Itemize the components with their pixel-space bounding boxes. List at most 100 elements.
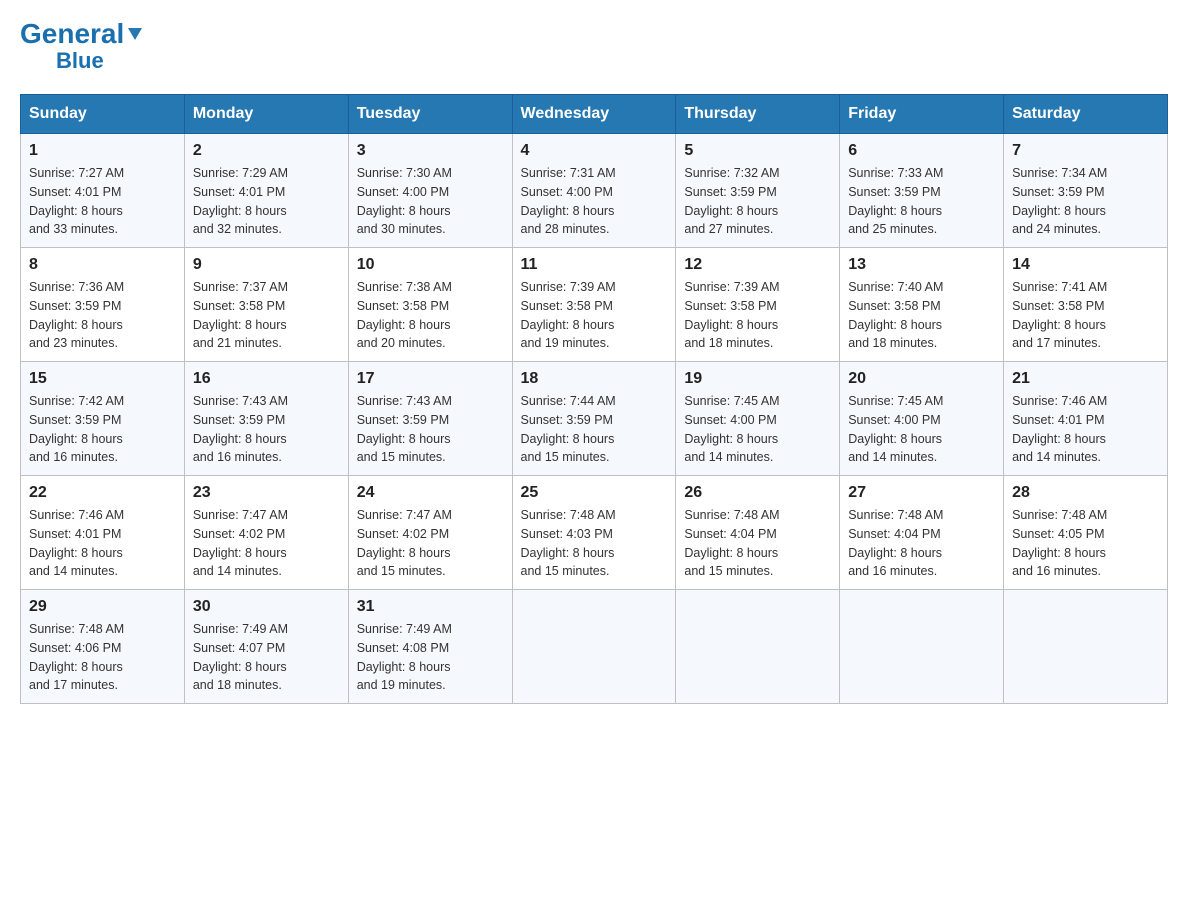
day-info: Sunrise: 7:38 AMSunset: 3:58 PMDaylight:… (357, 278, 504, 353)
calendar-cell: 4 Sunrise: 7:31 AMSunset: 4:00 PMDaylight… (512, 134, 676, 248)
day-info: Sunrise: 7:43 AMSunset: 3:59 PMDaylight:… (357, 392, 504, 467)
calendar-cell (840, 590, 1004, 704)
day-number: 15 (29, 370, 176, 388)
day-info: Sunrise: 7:29 AMSunset: 4:01 PMDaylight:… (193, 164, 340, 239)
day-number: 4 (521, 142, 668, 160)
calendar-week-row: 29 Sunrise: 7:48 AMSunset: 4:06 PMDayligh… (21, 590, 1168, 704)
calendar-cell: 14 Sunrise: 7:41 AMSunset: 3:58 PMDayligh… (1004, 248, 1168, 362)
calendar-cell (512, 590, 676, 704)
calendar-cell (676, 590, 840, 704)
day-info: Sunrise: 7:48 AMSunset: 4:06 PMDaylight:… (29, 620, 176, 695)
day-info: Sunrise: 7:49 AMSunset: 4:08 PMDaylight:… (357, 620, 504, 695)
day-number: 12 (684, 256, 831, 274)
calendar-cell: 15 Sunrise: 7:42 AMSunset: 3:59 PMDayligh… (21, 362, 185, 476)
calendar-cell (1004, 590, 1168, 704)
day-info: Sunrise: 7:46 AMSunset: 4:01 PMDaylight:… (29, 506, 176, 581)
day-number: 24 (357, 484, 504, 502)
col-header-friday: Friday (840, 95, 1004, 134)
calendar-cell: 5Sunrise: 7:32 AMSunset: 3:59 PMDaylight… (676, 134, 840, 248)
day-number: 2 (193, 142, 340, 160)
day-number: 7 (1012, 142, 1159, 160)
day-number: 9 (193, 256, 340, 274)
day-info: Sunrise: 7:34 AMSunset: 3:59 PMDaylight:… (1012, 164, 1159, 239)
day-info: Sunrise: 7:33 AMSunset: 3:59 PMDaylight:… (848, 164, 995, 239)
day-number: 23 (193, 484, 340, 502)
page-header: General Blue (20, 20, 1168, 74)
day-info: Sunrise: 7:47 AMSunset: 4:02 PMDaylight:… (357, 506, 504, 581)
day-info: Sunrise: 7:41 AMSunset: 3:58 PMDaylight:… (1012, 278, 1159, 353)
logo-blue: Blue (56, 48, 104, 74)
calendar-cell: 17 Sunrise: 7:43 AMSunset: 3:59 PMDayligh… (348, 362, 512, 476)
col-header-wednesday: Wednesday (512, 95, 676, 134)
day-info: Sunrise: 7:45 AMSunset: 4:00 PMDaylight:… (848, 392, 995, 467)
day-number: 27 (848, 484, 995, 502)
calendar-cell: 3 Sunrise: 7:30 AMSunset: 4:00 PMDaylight… (348, 134, 512, 248)
day-info: Sunrise: 7:43 AMSunset: 3:59 PMDaylight:… (193, 392, 340, 467)
day-info: Sunrise: 7:48 AMSunset: 4:03 PMDaylight:… (521, 506, 668, 581)
calendar-cell: 30 Sunrise: 7:49 AMSunset: 4:07 PMDayligh… (184, 590, 348, 704)
calendar-week-row: 15 Sunrise: 7:42 AMSunset: 3:59 PMDayligh… (21, 362, 1168, 476)
day-info: Sunrise: 7:46 AMSunset: 4:01 PMDaylight:… (1012, 392, 1159, 467)
calendar-cell: 11 Sunrise: 7:39 AMSunset: 3:58 PMDayligh… (512, 248, 676, 362)
day-number: 14 (1012, 256, 1159, 274)
calendar-cell: 29 Sunrise: 7:48 AMSunset: 4:06 PMDayligh… (21, 590, 185, 704)
calendar-header-row: SundayMondayTuesdayWednesdayThursdayFrid… (21, 95, 1168, 134)
day-info: Sunrise: 7:36 AMSunset: 3:59 PMDaylight:… (29, 278, 176, 353)
day-info: Sunrise: 7:49 AMSunset: 4:07 PMDaylight:… (193, 620, 340, 695)
calendar-cell: 19 Sunrise: 7:45 AMSunset: 4:00 PMDayligh… (676, 362, 840, 476)
calendar-cell: 21Sunrise: 7:46 AMSunset: 4:01 PMDayligh… (1004, 362, 1168, 476)
day-number: 17 (357, 370, 504, 388)
col-header-tuesday: Tuesday (348, 95, 512, 134)
day-number: 1 (29, 142, 176, 160)
day-info: Sunrise: 7:31 AMSunset: 4:00 PMDaylight:… (521, 164, 668, 239)
col-header-monday: Monday (184, 95, 348, 134)
col-header-sunday: Sunday (21, 95, 185, 134)
calendar-cell: 27 Sunrise: 7:48 AMSunset: 4:04 PMDayligh… (840, 476, 1004, 590)
day-number: 26 (684, 484, 831, 502)
calendar-cell: 25 Sunrise: 7:48 AMSunset: 4:03 PMDayligh… (512, 476, 676, 590)
calendar-cell: 24 Sunrise: 7:47 AMSunset: 4:02 PMDayligh… (348, 476, 512, 590)
logo-general: General (20, 18, 124, 49)
calendar-cell: 31 Sunrise: 7:49 AMSunset: 4:08 PMDayligh… (348, 590, 512, 704)
day-number: 10 (357, 256, 504, 274)
calendar-cell: 20 Sunrise: 7:45 AMSunset: 4:00 PMDayligh… (840, 362, 1004, 476)
day-number: 31 (357, 598, 504, 616)
day-info: Sunrise: 7:32 AMSunset: 3:59 PMDaylight:… (684, 164, 831, 239)
calendar-week-row: 22 Sunrise: 7:46 AMSunset: 4:01 PMDayligh… (21, 476, 1168, 590)
day-info: Sunrise: 7:48 AMSunset: 4:04 PMDaylight:… (684, 506, 831, 581)
day-number: 3 (357, 142, 504, 160)
day-info: Sunrise: 7:48 AMSunset: 4:04 PMDaylight:… (848, 506, 995, 581)
calendar-cell: 8 Sunrise: 7:36 AMSunset: 3:59 PMDaylight… (21, 248, 185, 362)
day-info: Sunrise: 7:39 AMSunset: 3:58 PMDaylight:… (521, 278, 668, 353)
calendar-cell: 7 Sunrise: 7:34 AMSunset: 3:59 PMDaylight… (1004, 134, 1168, 248)
day-number: 6 (848, 142, 995, 160)
day-number: 25 (521, 484, 668, 502)
calendar-cell: 22 Sunrise: 7:46 AMSunset: 4:01 PMDayligh… (21, 476, 185, 590)
day-number: 11 (521, 256, 668, 274)
calendar-cell: 16 Sunrise: 7:43 AMSunset: 3:59 PMDayligh… (184, 362, 348, 476)
day-info: Sunrise: 7:42 AMSunset: 3:59 PMDaylight:… (29, 392, 176, 467)
day-number: 16 (193, 370, 340, 388)
calendar-cell: 1 Sunrise: 7:27 AMSunset: 4:01 PMDaylight… (21, 134, 185, 248)
calendar-cell: 26 Sunrise: 7:48 AMSunset: 4:04 PMDayligh… (676, 476, 840, 590)
day-info: Sunrise: 7:27 AMSunset: 4:01 PMDaylight:… (29, 164, 176, 239)
day-number: 19 (684, 370, 831, 388)
day-number: 30 (193, 598, 340, 616)
calendar-cell: 12Sunrise: 7:39 AMSunset: 3:58 PMDayligh… (676, 248, 840, 362)
calendar-table: SundayMondayTuesdayWednesdayThursdayFrid… (20, 94, 1168, 704)
day-number: 29 (29, 598, 176, 616)
calendar-cell: 28 Sunrise: 7:48 AMSunset: 4:05 PMDayligh… (1004, 476, 1168, 590)
day-info: Sunrise: 7:30 AMSunset: 4:00 PMDaylight:… (357, 164, 504, 239)
col-header-thursday: Thursday (676, 95, 840, 134)
calendar-cell: 6 Sunrise: 7:33 AMSunset: 3:59 PMDaylight… (840, 134, 1004, 248)
day-number: 22 (29, 484, 176, 502)
logo-arrow-icon (126, 20, 144, 48)
day-number: 13 (848, 256, 995, 274)
col-header-saturday: Saturday (1004, 95, 1168, 134)
day-info: Sunrise: 7:45 AMSunset: 4:00 PMDaylight:… (684, 392, 831, 467)
day-number: 28 (1012, 484, 1159, 502)
day-info: Sunrise: 7:48 AMSunset: 4:05 PMDaylight:… (1012, 506, 1159, 581)
day-number: 20 (848, 370, 995, 388)
calendar-cell: 2 Sunrise: 7:29 AMSunset: 4:01 PMDaylight… (184, 134, 348, 248)
day-number: 8 (29, 256, 176, 274)
